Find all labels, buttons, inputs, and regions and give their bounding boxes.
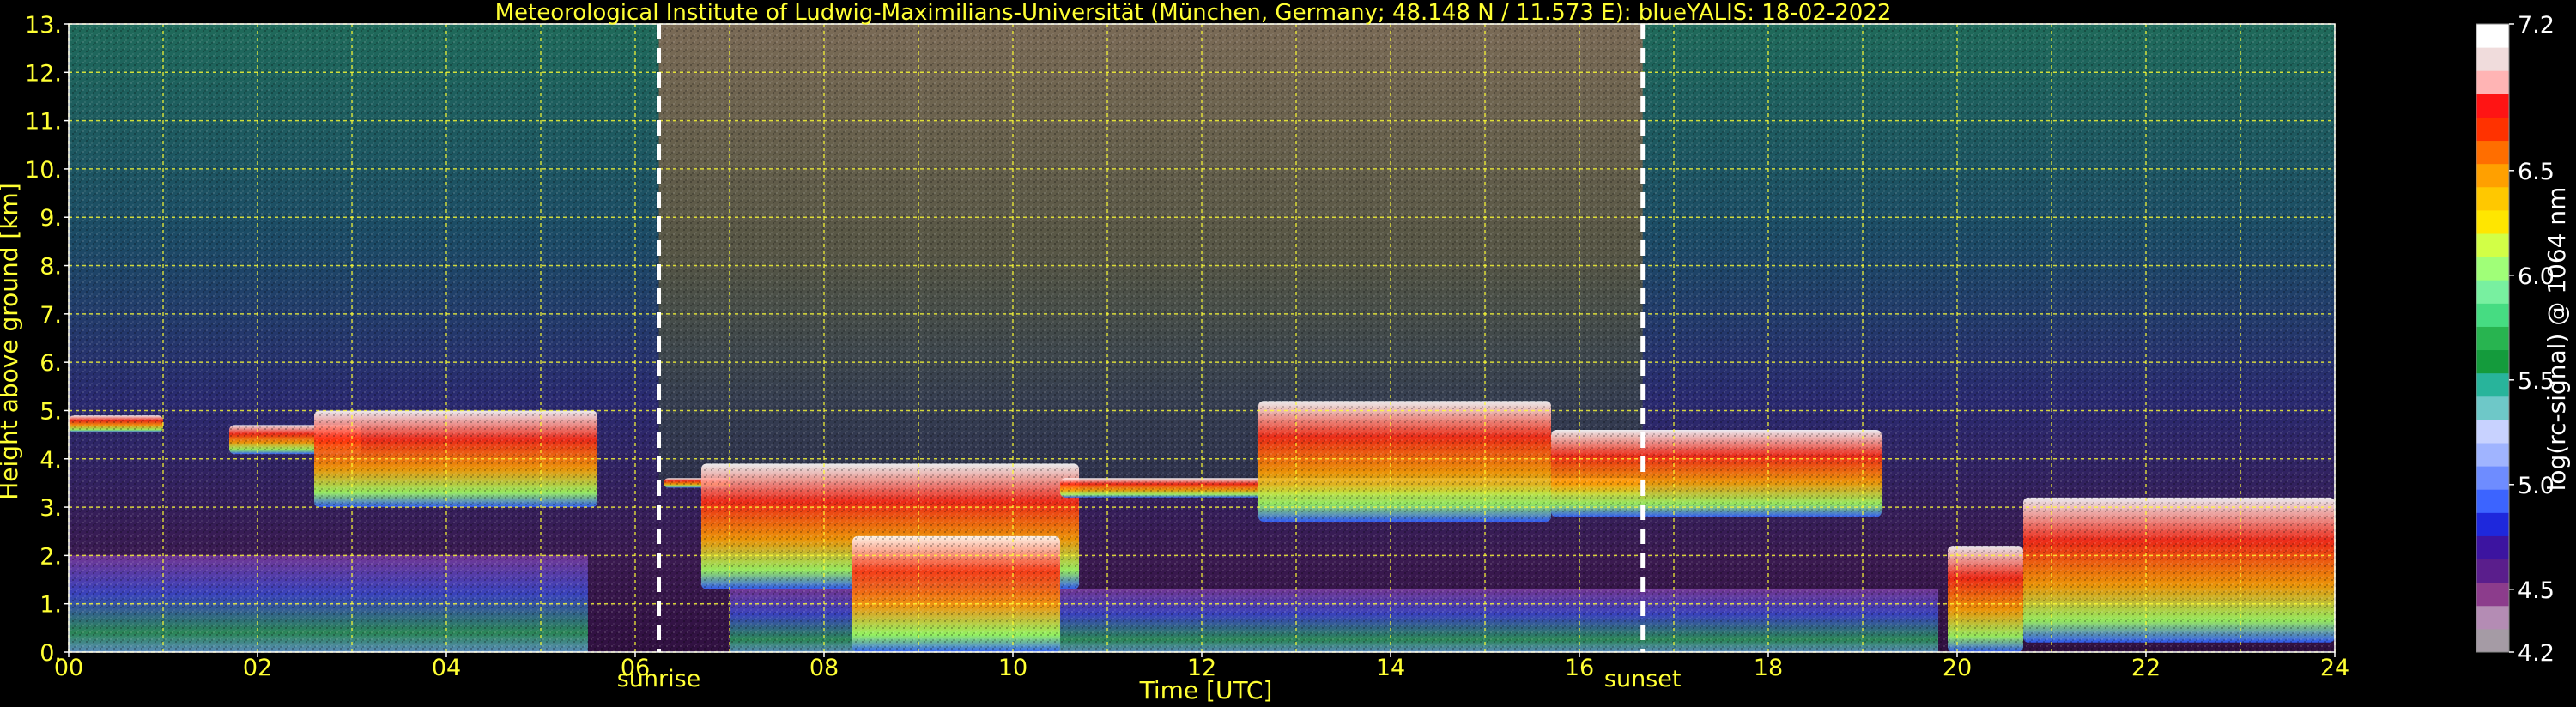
colorbar-segment — [2476, 94, 2509, 118]
colorbar-segment — [2476, 489, 2509, 513]
y-tick-label: 7. — [39, 302, 62, 329]
colorbar-segment — [2476, 163, 2509, 188]
y-tick-label: 12. — [25, 60, 62, 87]
colorbar-segment — [2476, 349, 2509, 374]
y-tick-label: 0. — [39, 640, 62, 667]
colorbar-tick-label: 4.2 — [2518, 640, 2555, 667]
noise-texture — [69, 24, 2335, 652]
sunset-label: sunset — [1604, 666, 1682, 692]
x-tick-label: 18 — [1754, 655, 1783, 681]
y-tick-label: 9. — [39, 205, 62, 232]
colorbar-segment — [2476, 372, 2509, 397]
colorbar-segment — [2476, 47, 2509, 71]
y-axis-label: Height above ground [km] — [0, 183, 23, 500]
colorbar-segment — [2476, 117, 2509, 142]
y-tick-label: 2. — [39, 543, 62, 570]
x-tick-label: 16 — [1565, 655, 1594, 681]
colorbar-segment — [2476, 582, 2509, 607]
colorbar-segment — [2476, 605, 2509, 630]
colorbar-label: log(rc-signal) @ 1064 nm — [2543, 187, 2571, 492]
y-tick-label: 6. — [39, 350, 62, 377]
colorbar-segment — [2476, 512, 2509, 536]
colorbar-segment — [2476, 559, 2509, 583]
colorbar-segment — [2476, 396, 2509, 420]
x-tick-label: 24 — [2320, 655, 2349, 681]
y-tick-label: 4. — [39, 447, 62, 474]
colorbar-tick-label: 4.5 — [2518, 577, 2555, 604]
x-tick-label: 22 — [2131, 655, 2161, 681]
colorbar-segment — [2476, 209, 2509, 234]
y-tick-label: 11. — [25, 109, 62, 136]
colorbar-segment — [2476, 628, 2509, 653]
colorbar-tick-label: 7.2 — [2518, 12, 2555, 39]
colorbar-segment — [2476, 233, 2509, 257]
colorbar-segment — [2476, 70, 2509, 94]
colorbar-segment — [2476, 535, 2509, 560]
x-tick-label: 02 — [243, 655, 272, 681]
lidar-quicklook-chart: sunrise sunset 00 02 04 06 08 10 12 14 16 18 20 22 24… — [0, 0, 2571, 704]
y-tick-label: 13. — [25, 12, 62, 39]
x-tick-label: 08 — [809, 655, 839, 681]
colorbar-segment — [2476, 466, 2509, 490]
y-tick-label: 1. — [39, 592, 62, 619]
chart-title: Meteorological Institute of Ludwig-Maxim… — [495, 0, 1892, 26]
colorbar-segment — [2476, 303, 2509, 327]
colorbar-segment — [2476, 419, 2509, 444]
colorbar-segment — [2476, 443, 2509, 467]
x-tick-label: 10 — [998, 655, 1027, 681]
x-axis-label: Time [UTC] — [1139, 676, 1273, 704]
colorbar-segment — [2476, 24, 2509, 48]
x-tick-label: 20 — [1943, 655, 1972, 681]
colorbar-segment — [2476, 186, 2509, 211]
y-tick-label: 5. — [39, 398, 62, 425]
y-tick-label: 8. — [39, 254, 62, 281]
y-tick-label: 10. — [25, 157, 62, 184]
x-tick-label: 04 — [432, 655, 461, 681]
colorbar-segment — [2476, 280, 2509, 304]
colorbar-segment — [2476, 257, 2509, 281]
plot-area — [69, 24, 2335, 652]
x-tick-label: 14 — [1376, 655, 1405, 681]
colorbar-tick-label: 6.5 — [2518, 159, 2555, 185]
colorbar-segment — [2476, 326, 2509, 351]
y-tick-label: 3. — [39, 495, 62, 522]
colorbar-segment — [2476, 140, 2509, 165]
x-tick-label: 06 — [621, 655, 650, 681]
